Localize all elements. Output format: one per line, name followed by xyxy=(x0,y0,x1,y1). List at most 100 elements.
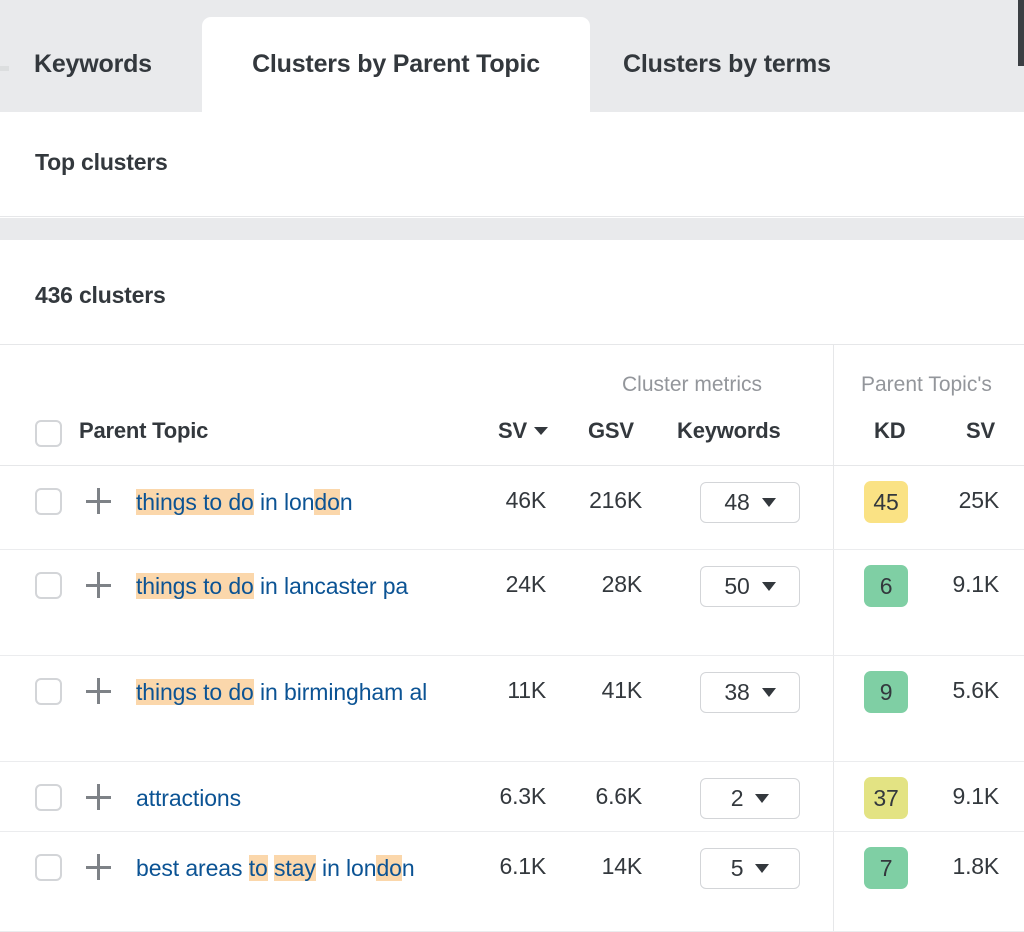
keywords-count-dropdown[interactable]: 38 xyxy=(700,672,800,713)
column-header-parent-sv[interactable]: SV xyxy=(966,418,995,444)
topic-highlight: things to do xyxy=(136,489,254,515)
keywords-count-value: 2 xyxy=(731,785,744,812)
topic-highlight: do xyxy=(314,489,339,515)
select-all-checkbox[interactable] xyxy=(35,420,62,447)
chevron-down-icon xyxy=(755,794,769,803)
chevron-down-icon xyxy=(755,864,769,873)
table-header: Cluster metrics Parent Topic's Parent To… xyxy=(0,344,1024,466)
tab-clusters-by-terms-label: Clusters by terms xyxy=(623,50,831,79)
row-select-checkbox[interactable] xyxy=(35,488,62,515)
topic-highlight: to xyxy=(249,855,268,881)
column-header-parent-topic[interactable]: Parent Topic xyxy=(79,418,208,444)
expand-plus-icon[interactable] xyxy=(86,676,112,706)
row-group-divider xyxy=(833,550,834,655)
row-group-divider xyxy=(833,762,834,831)
table-row[interactable]: things to do in lancaster pa24K28K5069.1… xyxy=(0,550,1024,656)
tab-clusters-by-parent-topic-label: Clusters by Parent Topic xyxy=(252,50,540,79)
column-header-gsv[interactable]: GSV xyxy=(588,418,634,444)
column-header-sv-label: SV xyxy=(498,418,527,443)
cell-parent-sv: 5.6K xyxy=(925,677,999,704)
table-row[interactable]: attractions6.3K 6.6K 2 37 9.1K xyxy=(0,762,1024,832)
expand-plus-icon[interactable] xyxy=(86,782,112,812)
keywords-count-dropdown[interactable]: 5 xyxy=(700,848,800,889)
parent-topic-link[interactable]: things to do in london xyxy=(136,484,466,521)
chevron-down-icon xyxy=(762,582,776,591)
group-header-parent-topics: Parent Topic's xyxy=(861,373,992,397)
keywords-count-value: 50 xyxy=(724,573,749,600)
keywords-count-dropdown[interactable]: 48 xyxy=(700,482,800,523)
parent-topic-link[interactable]: things to do in birmingham al xyxy=(136,674,466,711)
cell-cluster-sv: 46K xyxy=(430,487,546,514)
tab-strip-left-edge-nub xyxy=(0,66,9,71)
panel-gap-divider xyxy=(0,218,1024,240)
column-header-parent-kd[interactable]: KD xyxy=(874,418,905,444)
topic-text: best areas xyxy=(136,855,249,881)
cell-cluster-gsv: 6.6K xyxy=(556,783,642,810)
topic-highlight: do xyxy=(376,855,401,881)
cell-parent-sv: 25K xyxy=(925,487,999,514)
cell-parent-sv: 9.1K xyxy=(925,783,999,810)
expand-plus-icon[interactable] xyxy=(86,852,112,882)
keywords-count-value: 48 xyxy=(724,489,749,516)
topic-text: n xyxy=(402,855,415,881)
row-select-checkbox[interactable] xyxy=(35,784,62,811)
topic-highlight: things to do xyxy=(136,679,254,705)
chevron-down-icon xyxy=(762,688,776,697)
row-select-checkbox[interactable] xyxy=(35,854,62,881)
row-group-divider xyxy=(833,466,834,549)
column-header-keywords[interactable]: Keywords xyxy=(677,418,781,444)
cell-parent-sv: 1.8K xyxy=(925,853,999,880)
parent-topic-link[interactable]: things to do in lancaster pa xyxy=(136,568,466,605)
row-group-divider xyxy=(833,832,834,931)
row-select-checkbox[interactable] xyxy=(35,572,62,599)
tab-strip: Keywords Clusters by Parent Topic Cluste… xyxy=(0,0,1024,112)
top-clusters-title: Top clusters xyxy=(35,149,168,176)
tab-strip-right-edge-marker xyxy=(1018,0,1024,66)
clusters-count-label: 436 clusters xyxy=(35,282,166,309)
keywords-count-value: 38 xyxy=(724,679,749,706)
tab-keywords-label: Keywords xyxy=(34,50,152,79)
table-body: things to do in london46K216K484525Kthin… xyxy=(0,466,1024,932)
cell-cluster-sv: 6.3K xyxy=(430,783,546,810)
topic-text: in lon xyxy=(316,855,377,881)
topic-highlight: stay xyxy=(274,855,316,881)
keywords-count-dropdown[interactable]: 2 xyxy=(700,778,800,819)
cell-cluster-sv: 11K xyxy=(430,677,546,704)
table-row[interactable]: best areas to stay in london6.1K14K571.8… xyxy=(0,832,1024,932)
column-header-sv[interactable]: SV xyxy=(498,418,548,444)
parent-topic-link[interactable]: attractions xyxy=(136,780,466,817)
parent-kd-badge: 6 xyxy=(864,565,908,607)
topic-text: in birmingham al xyxy=(254,679,427,705)
topic-text: in lancaster pa xyxy=(254,573,408,599)
chevron-down-icon xyxy=(762,498,776,507)
cell-cluster-gsv: 41K xyxy=(556,677,642,704)
parent-kd-badge: 45 xyxy=(864,481,908,523)
topic-text: n xyxy=(340,489,353,515)
parent-kd-badge: 9 xyxy=(864,671,908,713)
expand-plus-icon[interactable] xyxy=(86,570,112,600)
keywords-count-value: 5 xyxy=(731,855,744,882)
expand-plus-icon[interactable] xyxy=(86,486,112,516)
table-row[interactable]: things to do in london46K216K484525K xyxy=(0,466,1024,550)
cell-cluster-gsv: 216K xyxy=(556,487,642,514)
parent-topic-link[interactable]: best areas to stay in london xyxy=(136,850,466,887)
cell-cluster-sv: 24K xyxy=(430,571,546,598)
group-header-cluster-metrics: Cluster metrics xyxy=(622,373,762,397)
sort-descending-icon xyxy=(534,427,548,435)
row-select-checkbox[interactable] xyxy=(35,678,62,705)
keywords-count-dropdown[interactable]: 50 xyxy=(700,566,800,607)
column-group-divider xyxy=(833,344,834,466)
topic-highlight: things to do xyxy=(136,573,254,599)
tab-clusters-by-parent-topic[interactable]: Clusters by Parent Topic xyxy=(202,17,590,112)
parent-kd-badge: 37 xyxy=(864,777,908,819)
cell-cluster-gsv: 28K xyxy=(556,571,642,598)
tab-clusters-by-terms[interactable]: Clusters by terms xyxy=(623,17,831,112)
parent-kd-badge: 7 xyxy=(864,847,908,889)
tab-keywords[interactable]: Keywords xyxy=(34,17,152,112)
cell-cluster-sv: 6.1K xyxy=(430,853,546,880)
row-group-divider xyxy=(833,656,834,761)
table-row[interactable]: things to do in birmingham al11K 41K 38 9 5.… xyxy=(0,656,1024,762)
topic-text: in lon xyxy=(254,489,315,515)
clusters-results-panel: 436 clusters Cluster metrics Parent Topi… xyxy=(0,240,1024,924)
cell-parent-sv: 9.1K xyxy=(925,571,999,598)
